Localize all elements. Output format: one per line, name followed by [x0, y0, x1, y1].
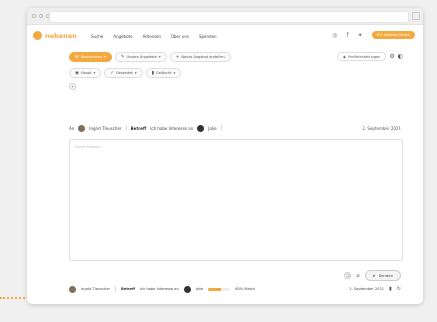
trash-icon[interactable]: ▮	[389, 286, 392, 292]
menu-item-angebote[interactable]: Angebote	[113, 34, 132, 39]
chevron-down-icon: ▾	[93, 71, 96, 75]
window-corner-icon	[412, 12, 420, 20]
recipient-name[interactable]: Ingrid Tleuscher	[89, 126, 121, 131]
browser-window: nebenan Suche Angebote Adressen Über uns…	[27, 8, 423, 304]
profile-settings-button[interactable]: ◉ Profileinstellungen	[336, 52, 387, 61]
chevron-down-icon: ▾	[104, 55, 106, 59]
provider-cta-button[interactable]: Für Anbieter/innen	[371, 31, 415, 39]
subject-text: Ich habe Interesse an	[140, 287, 179, 291]
recipient-avatar	[78, 124, 86, 132]
menu-item-suche[interactable]: Suche	[91, 34, 103, 39]
match-text: 60% Match	[235, 287, 256, 291]
language-icon[interactable]: ◎	[332, 32, 337, 39]
item-name: Jolie	[195, 287, 204, 291]
window-controls[interactable]	[32, 14, 50, 18]
conversation-preview-row[interactable]: Ingrid Tleuscher Betreff Ich habe Intere…	[69, 284, 401, 294]
envelope-icon: ✉	[75, 54, 79, 60]
divider	[125, 125, 127, 131]
menu-item-ueber-uns[interactable]: Über uns	[171, 34, 189, 39]
tab-haupt-label: Haupt	[80, 71, 92, 75]
pencil-icon: ✎	[120, 54, 125, 60]
tab-gesendet-label: Gesendet	[116, 71, 133, 75]
chevron-down-icon: ▾	[134, 71, 137, 75]
tab-unsere-angebote-label: Unsere Angebote	[126, 55, 157, 59]
logo-mark-icon	[33, 31, 42, 40]
top-navigation: nebenan Suche Angebote Adressen Über uns…	[27, 25, 423, 51]
message-textarea[interactable]: Deine Antwort	[69, 139, 403, 261]
nav-right: ◎ f ✦ Für Anbieter/innen	[332, 31, 415, 39]
divider	[115, 286, 117, 292]
subject-text: Ich habe Interesse an	[150, 125, 194, 131]
emoji-icon[interactable]: ☺	[344, 272, 352, 279]
menu-item-spenden[interactable]: Spenden	[199, 34, 217, 39]
tab-nachrichten[interactable]: ✉ Nachrichten ▾	[69, 52, 112, 62]
title-bar	[27, 8, 423, 25]
tab-neues-angebot[interactable]: + Neues Angebot erstellen	[169, 52, 231, 62]
brand-logo[interactable]: nebenan	[33, 31, 77, 40]
item-name[interactable]: Jolie	[208, 126, 216, 131]
inbox-icon: ◉	[75, 70, 79, 76]
tab-geloescht-label: Gelöscht	[156, 71, 172, 75]
avatar-icon[interactable]: ◐	[398, 53, 403, 60]
add-button[interactable]: +	[69, 83, 76, 90]
textarea-placeholder: Deine Antwort	[75, 145, 101, 149]
to-label: An	[69, 125, 75, 131]
match-progress-fill	[208, 287, 222, 291]
chevron-down-icon: ▾	[158, 55, 161, 59]
preview-date: 2. September 2021	[349, 287, 385, 291]
send-label: Senden	[378, 273, 393, 278]
tab-neues-angebot-label: Neues Angebot erstellen	[181, 55, 225, 59]
item-avatar	[197, 124, 205, 132]
profile-settings-label: Profileinstellungen	[347, 54, 381, 59]
refresh-icon[interactable]: ↻	[397, 286, 401, 292]
address-bar[interactable]	[49, 11, 409, 23]
brand-name: nebenan	[45, 31, 77, 40]
recipient-name: Ingrid Tleuscher	[81, 287, 111, 291]
subject-label: Betreff	[121, 287, 136, 291]
tab-gesendet[interactable]: ✓ Gesendet ▾	[104, 68, 143, 78]
divider	[220, 125, 222, 131]
filter-row-primary: ✉ Nachrichten ▾ ✎ Unsere Angebote ▾ + Ne…	[69, 52, 231, 62]
chevron-down-icon: ▾	[173, 71, 176, 75]
facebook-icon[interactable]: f	[346, 32, 348, 39]
subject-label: Betreff	[130, 125, 147, 131]
add-row: +	[69, 83, 76, 90]
profile-controls: ◉ Profileinstellungen ⚙ ◐	[336, 52, 403, 61]
preview-right: 2. September 2021 ▮ ↻	[349, 286, 401, 292]
message-date: 2. September 2021	[362, 125, 401, 131]
profile-icon: ◉	[342, 54, 346, 59]
close-dot[interactable]	[32, 14, 36, 18]
plus-icon: +	[175, 54, 180, 60]
tab-geloescht[interactable]: ▮ Gelöscht ▾	[145, 68, 182, 78]
minimize-dot[interactable]	[39, 14, 43, 18]
tab-unsere-angebote[interactable]: ✎ Unsere Angebote ▾	[114, 52, 167, 62]
tab-nachrichten-label: Nachrichten	[80, 55, 102, 59]
item-avatar	[183, 285, 191, 293]
twitter-icon[interactable]: ✦	[358, 32, 363, 39]
menu-item-adressen[interactable]: Adressen	[143, 34, 161, 39]
gear-icon[interactable]: ⚙	[389, 53, 394, 60]
editor-actions: ☺ ⌀ ➤ Senden	[344, 270, 401, 281]
match-progress-bar	[208, 287, 231, 291]
recipient-avatar	[69, 285, 76, 293]
trash-icon: ▮	[151, 70, 155, 76]
send-button[interactable]: ➤ Senden	[364, 270, 401, 281]
main-menu: Suche Angebote Adressen Über uns Spenden	[91, 34, 217, 39]
tab-haupt[interactable]: ◉ Haupt ▾	[69, 68, 102, 78]
compose-header: An Ingrid Tleuscher Betreff Ich habe Int…	[69, 123, 401, 133]
filter-row-mailbox: ◉ Haupt ▾ ✓ Gesendet ▾ ▮ Gelöscht ▾	[69, 68, 182, 78]
paper-plane-icon: ➤	[372, 273, 376, 278]
attachment-icon[interactable]: ⌀	[356, 273, 359, 279]
check-icon: ✓	[110, 70, 115, 76]
